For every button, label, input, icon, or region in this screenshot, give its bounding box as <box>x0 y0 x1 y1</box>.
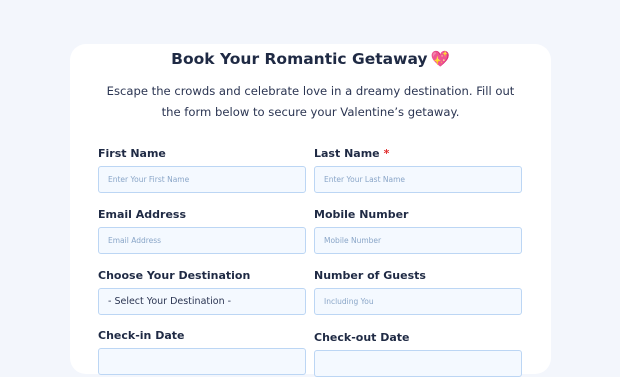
checkin-label: Check-in Date <box>98 329 185 342</box>
destination-select[interactable]: - Select Your Destination - <box>98 288 306 315</box>
checkout-input[interactable] <box>314 350 522 377</box>
last-name-input[interactable] <box>314 166 522 193</box>
checkout-label: Check-out Date <box>314 331 410 344</box>
email-input[interactable] <box>98 227 306 254</box>
sparkling-heart-icon: 💖 <box>430 50 450 68</box>
checkin-input[interactable] <box>98 348 306 375</box>
form-title-text: Book Your Romantic Getaway <box>171 50 428 68</box>
first-name-input[interactable] <box>98 166 306 193</box>
destination-select-value: - Select Your Destination - <box>108 296 232 307</box>
email-label: Email Address <box>98 208 187 221</box>
form-description: Escape the crowds and celebrate love in … <box>106 84 515 119</box>
mobile-input[interactable] <box>314 227 522 254</box>
first-name-label: First Name <box>98 147 166 160</box>
guests-input[interactable] <box>314 288 522 315</box>
required-marker: * <box>383 147 390 160</box>
last-name-label: Last Name * <box>314 147 389 160</box>
guests-label: Number of Guests <box>314 269 426 282</box>
booking-form-card: Book Your Romantic Getaway 💖 Escape the c… <box>70 44 551 377</box>
form-title: Book Your Romantic Getaway 💖 <box>70 50 551 68</box>
destination-label: Choose Your Destination <box>98 269 251 282</box>
mobile-label: Mobile Number <box>314 208 409 221</box>
last-name-label-text: Last Name <box>314 147 380 160</box>
